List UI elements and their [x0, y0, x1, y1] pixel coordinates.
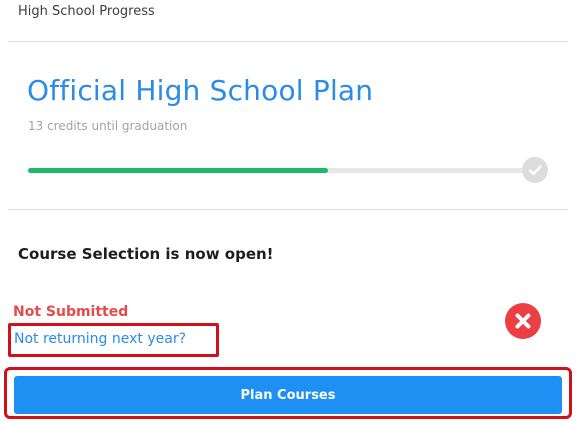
plan-courses-button[interactable]: Plan Courses: [14, 376, 562, 414]
plan-title: Official High School Plan: [27, 74, 374, 107]
credits-remaining-text: 13 credits until graduation: [28, 119, 188, 133]
checkmark-icon: [522, 157, 548, 183]
close-circle-icon: [505, 303, 541, 339]
not-returning-link[interactable]: Not returning next year?: [14, 331, 186, 347]
graduation-progress-bar: [28, 168, 528, 173]
submission-status-text: Not Submitted: [13, 304, 129, 320]
progress-bar-fill: [28, 168, 328, 173]
divider-middle: [8, 209, 568, 210]
course-selection-heading: Course Selection is now open!: [18, 245, 274, 263]
section-header-title: High School Progress: [18, 4, 155, 19]
divider-top: [8, 41, 568, 42]
